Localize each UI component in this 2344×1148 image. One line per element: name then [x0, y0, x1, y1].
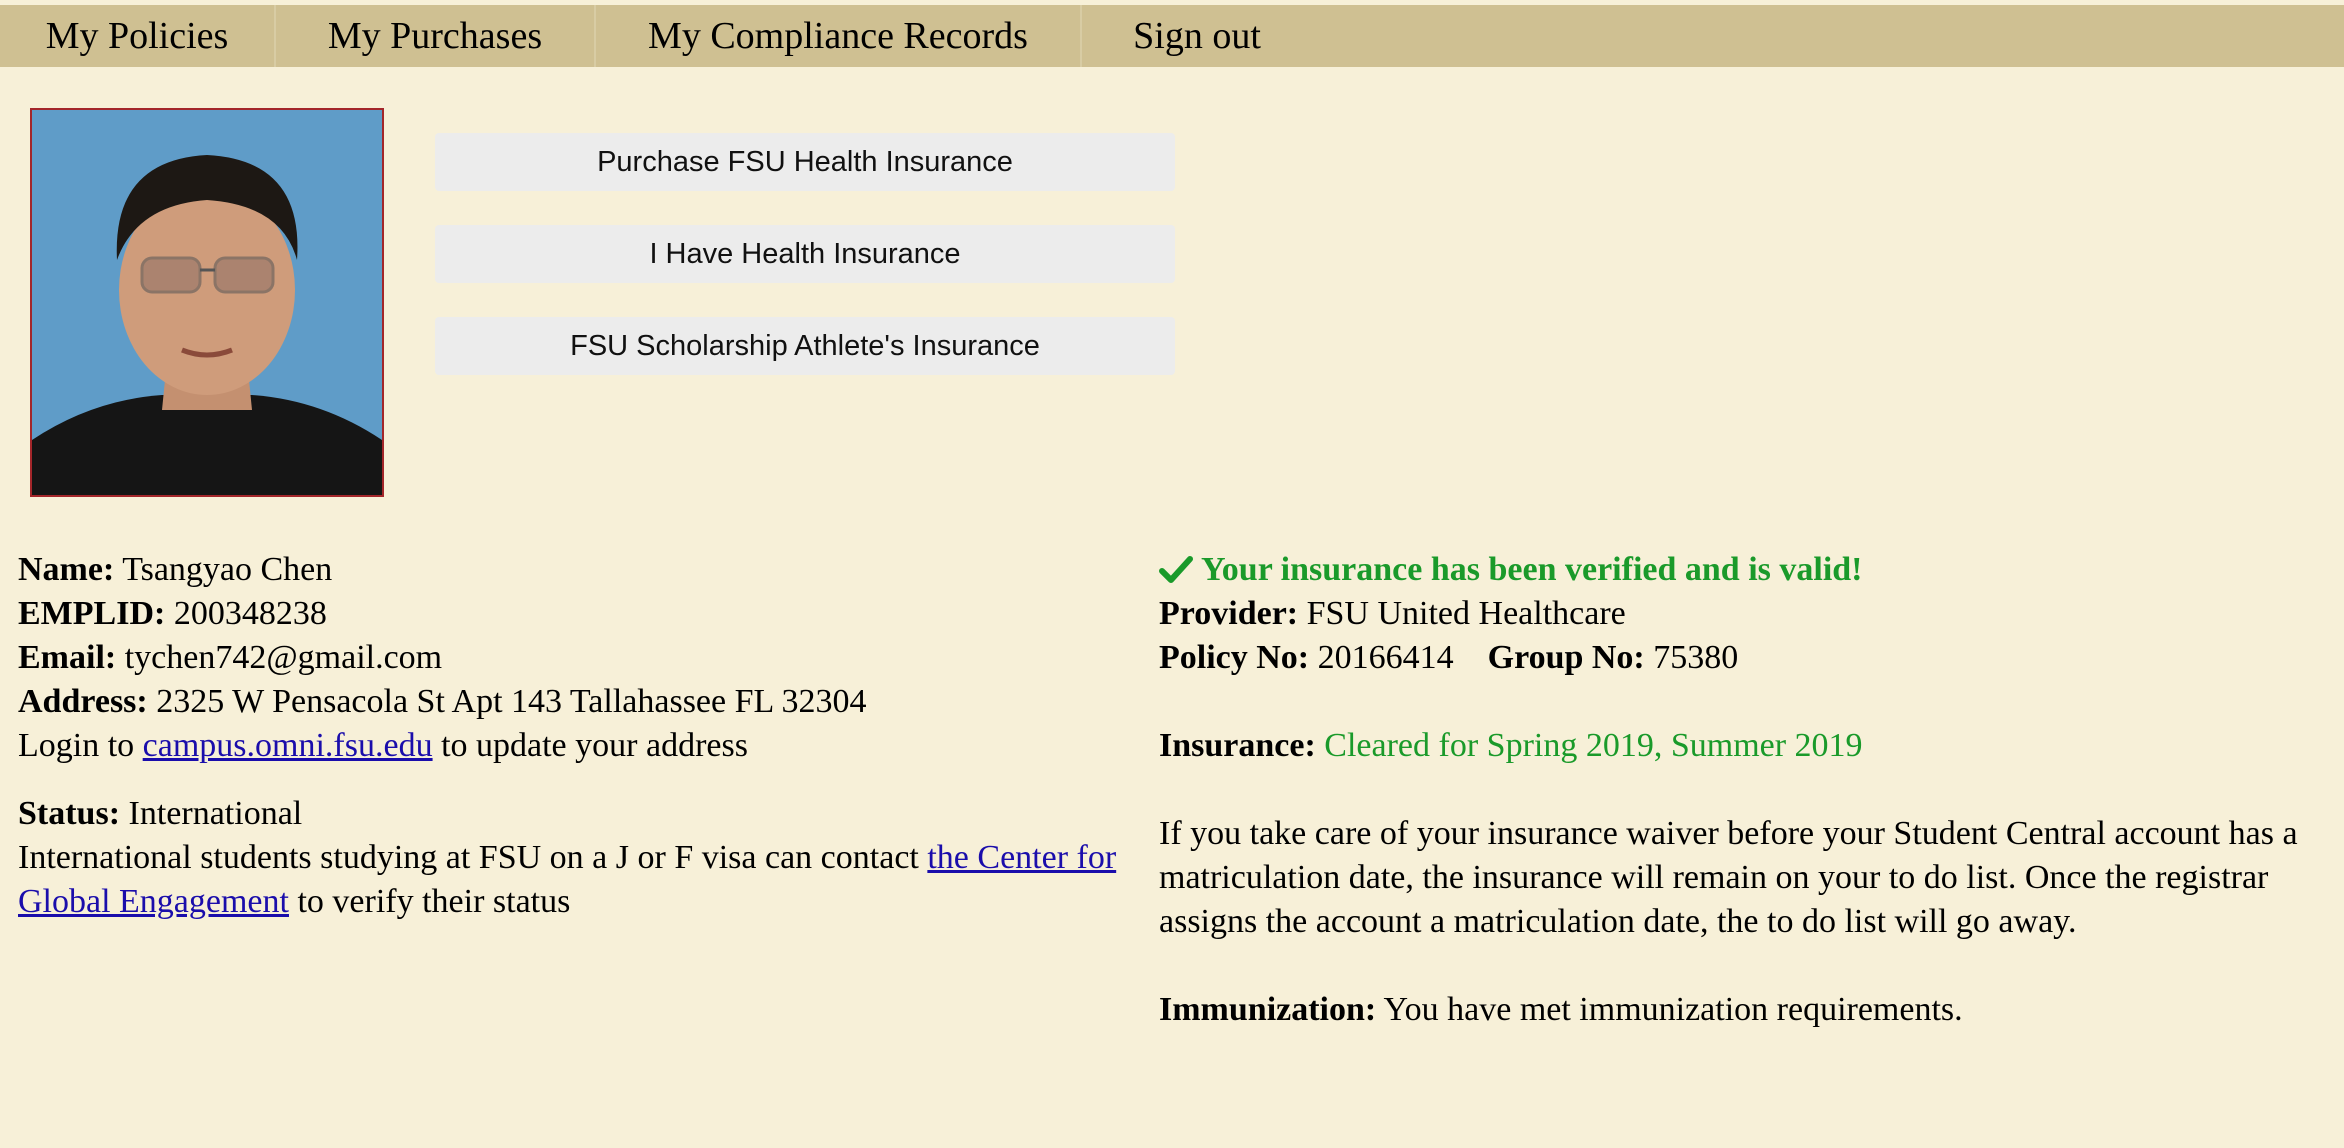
i-have-health-insurance-button[interactable]: I Have Health Insurance — [435, 225, 1175, 283]
status-row: Status: International — [18, 792, 1148, 836]
email-label: Email: — [18, 639, 117, 676]
nav-my-purchases[interactable]: My Purchases — [276, 5, 596, 67]
provider-label: Provider: — [1159, 595, 1299, 632]
login-row: Login to campus.omni.fsu.edu to update y… — [18, 724, 1148, 768]
matriculation-note: If you take care of your insurance waive… — [1159, 815, 2298, 940]
name-row: Name: Tsangyao Chen — [18, 548, 1148, 592]
insurance-label: Insurance: — [1159, 727, 1316, 764]
scholarship-athlete-insurance-button[interactable]: FSU Scholarship Athlete's Insurance — [435, 317, 1175, 375]
status-value: International — [128, 795, 303, 832]
immunization-value: You have met immunization requirements. — [1383, 991, 1963, 1028]
address-label: Address: — [18, 683, 148, 720]
emplid-label: EMPLID: — [18, 595, 166, 632]
provider-row: Provider: FSU United Healthcare — [1159, 592, 2309, 636]
student-info: Name: Tsangyao Chen EMPLID: 200348238 Em… — [18, 548, 1148, 924]
campus-omni-link[interactable]: campus.omni.fsu.edu — [143, 727, 433, 764]
nav-sign-out[interactable]: Sign out — [1082, 5, 1312, 67]
policy-label: Policy No: — [1159, 639, 1310, 676]
group-value: 75380 — [1653, 639, 1739, 676]
policy-value: 20166414 — [1317, 639, 1454, 676]
verified-text: Your insurance has been verified and is … — [1201, 551, 1863, 588]
immunization-row: Immunization: You have met immunization … — [1159, 988, 2309, 1032]
student-photo — [30, 108, 384, 497]
group-label: Group No: — [1487, 639, 1645, 676]
purchase-fsu-health-insurance-button[interactable]: Purchase FSU Health Insurance — [435, 133, 1175, 191]
status-note-prefix: International students studying at FSU o… — [18, 839, 919, 876]
email-value: tychen742@gmail.com — [124, 639, 443, 676]
emplid-value: 200348238 — [173, 595, 327, 632]
name-value: Tsangyao Chen — [122, 551, 333, 588]
verified-message: Your insurance has been verified and is … — [1159, 548, 2309, 592]
status-note: International students studying at FSU o… — [18, 836, 1148, 924]
emplid-row: EMPLID: 200348238 — [18, 592, 1148, 636]
insurance-cleared-value: Cleared for Spring 2019, Summer 2019 — [1324, 727, 1863, 764]
insurance-row: Insurance: Cleared for Spring 2019, Summ… — [1159, 724, 2309, 768]
top-nav: My Policies My Purchases My Compliance R… — [0, 5, 2344, 67]
login-suffix: to update your address — [441, 727, 748, 764]
insurance-info: Your insurance has been verified and is … — [1159, 548, 2309, 1032]
policy-row: Policy No: 20166414 Group No: 75380 — [1159, 636, 2309, 680]
status-label: Status: — [18, 795, 121, 832]
status-note-suffix: to verify their status — [297, 883, 571, 920]
login-prefix: Login to — [18, 727, 135, 764]
nav-my-policies[interactable]: My Policies — [0, 5, 276, 67]
immunization-label: Immunization: — [1159, 991, 1377, 1028]
address-row: Address: 2325 W Pensacola St Apt 143 Tal… — [18, 680, 1148, 724]
email-row: Email: tychen742@gmail.com — [18, 636, 1148, 680]
nav-my-compliance-records[interactable]: My Compliance Records — [596, 5, 1082, 67]
name-label: Name: — [18, 551, 115, 588]
checkmark-icon — [1159, 556, 1193, 583]
address-value: 2325 W Pensacola St Apt 143 Tallahassee … — [156, 683, 867, 720]
provider-value: FSU United Healthcare — [1306, 595, 1626, 632]
